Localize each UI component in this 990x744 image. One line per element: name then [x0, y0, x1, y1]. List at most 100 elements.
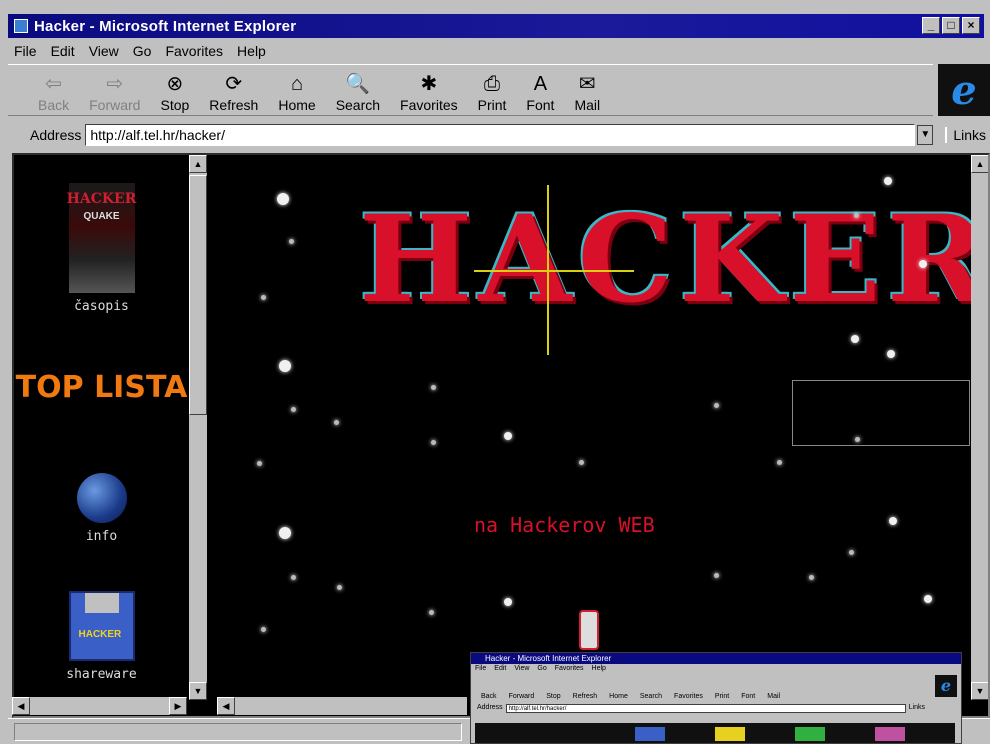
- nav-label-casopis: časopis: [74, 299, 129, 314]
- refresh-icon: ⟳: [225, 73, 243, 95]
- left-nav-frame: HACKER QUAKE časopis TOP LISTA info HACK…: [14, 155, 189, 700]
- nested-refresh: Refresh: [572, 693, 598, 700]
- snowflake: [431, 385, 436, 390]
- scroll-left-icon[interactable]: ◀: [217, 697, 235, 715]
- home-label: Home: [278, 97, 316, 113]
- nav-item-shareware[interactable]: HACKER shareware: [14, 591, 189, 682]
- snowflake: [261, 627, 266, 632]
- main-frame: HACKER na Hackerov WEB: [219, 155, 990, 700]
- nested-links-label: Links: [908, 704, 926, 711]
- address-input[interactable]: http://alf.tel.hr/hacker/: [85, 124, 916, 146]
- snowflake: [777, 460, 782, 465]
- left-frame-scrollbar[interactable]: ▲ ▼: [189, 155, 207, 700]
- scroll-right-icon[interactable]: ▶: [169, 697, 187, 715]
- nested-tile: [875, 727, 905, 741]
- crosshair-horizontal: [474, 270, 634, 272]
- snowflake: [504, 432, 512, 440]
- snowflake: [924, 595, 932, 603]
- menu-edit[interactable]: Edit: [51, 43, 75, 59]
- favorites-button[interactable]: ✱ Favorites: [400, 67, 458, 115]
- scroll-left-icon[interactable]: ◀: [12, 697, 30, 715]
- menu-favorites[interactable]: Favorites: [165, 43, 223, 59]
- snowflake: [429, 610, 434, 615]
- nested-forward: Forward: [508, 693, 535, 700]
- forward-button[interactable]: ⇨ Forward: [89, 67, 140, 115]
- snowflake: [854, 213, 859, 218]
- window-controls: _ □ ×: [922, 17, 980, 34]
- scroll-up-icon[interactable]: ▲: [189, 155, 207, 173]
- toolbar: ⇦ Back ⇨ Forward ⊗ Stop ⟳ Refresh ⌂ Home…: [8, 64, 933, 116]
- home-button[interactable]: ⌂ Home: [278, 67, 315, 115]
- status-text: [14, 723, 462, 741]
- scroll-thumb[interactable]: [189, 175, 207, 415]
- snowflake: [889, 517, 897, 525]
- nested-toolbar: Back Forward Stop Refresh Home Search Fa…: [471, 674, 961, 700]
- magazine-cover-icon: HACKER QUAKE: [67, 183, 136, 293]
- font-icon: A: [533, 73, 548, 95]
- close-button[interactable]: ×: [962, 17, 980, 34]
- snowflake: [279, 527, 291, 539]
- maximize-button[interactable]: □: [942, 17, 960, 34]
- snowflake: [279, 360, 291, 372]
- nested-home: Home: [609, 693, 628, 700]
- snowflake: [289, 239, 294, 244]
- refresh-label: Refresh: [209, 97, 259, 113]
- stop-label: Stop: [160, 97, 190, 113]
- snowflake: [291, 407, 296, 412]
- scroll-up-icon[interactable]: ▲: [971, 155, 988, 173]
- menu-go[interactable]: Go: [133, 43, 152, 59]
- nested-tile: [635, 727, 665, 741]
- snowflake: [884, 177, 892, 185]
- minimize-button[interactable]: _: [922, 17, 940, 34]
- nested-print: Print: [714, 693, 730, 700]
- snowflake: [714, 573, 719, 578]
- search-button[interactable]: 🔍 Search: [336, 67, 380, 115]
- snowflake: [714, 403, 719, 408]
- main-frame-scrollbar[interactable]: ▲ ▼: [971, 155, 988, 700]
- snowflake: [257, 461, 262, 466]
- address-dropdown-icon[interactable]: ▼: [917, 125, 934, 145]
- nested-address-label: Address: [477, 704, 503, 711]
- scroll-down-icon[interactable]: ▼: [971, 682, 988, 700]
- menu-file[interactable]: File: [14, 43, 37, 59]
- floppy-disk-text: HACKER: [78, 629, 122, 640]
- search-label: Search: [335, 97, 381, 113]
- nested-browser-screenshot: Hacker - Microsoft Internet Explorer Fil…: [470, 652, 962, 744]
- nested-font: Font: [741, 693, 756, 700]
- nav-item-top-lista[interactable]: TOP LISTA: [14, 373, 189, 403]
- links-button[interactable]: Links: [945, 127, 986, 143]
- favorites-label: Favorites: [400, 97, 458, 113]
- back-button[interactable]: ⇦ Back: [38, 67, 69, 115]
- ie-window-icon[interactable]: [14, 19, 28, 33]
- mail-button[interactable]: ✉ Mail: [574, 67, 600, 115]
- nested-menu-favorites: Favorites: [554, 665, 584, 672]
- nested-title-bar: Hacker - Microsoft Internet Explorer: [471, 653, 961, 664]
- font-button[interactable]: A Font: [526, 67, 554, 115]
- nested-address-bar: Address http://alf.tel.hr/hacker/ Links: [471, 702, 961, 714]
- nav-item-casopis[interactable]: HACKER QUAKE časopis: [14, 183, 189, 314]
- nested-back: Back: [481, 693, 497, 700]
- scroll-down-icon[interactable]: ▼: [189, 682, 207, 700]
- left-horizontal-scrollbar[interactable]: ◀ ▶: [12, 697, 187, 715]
- nested-window-title: Hacker - Microsoft Internet Explorer: [485, 654, 612, 663]
- welcome-text: na Hackerov WEB: [474, 513, 655, 537]
- globe-icon: [76, 473, 127, 523]
- hacker-logo: HACKER: [359, 189, 990, 330]
- snowflake: [809, 575, 814, 580]
- address-bar: Address http://alf.tel.hr/hacker/ ▼ Link…: [8, 120, 990, 150]
- nested-favorites: Favorites: [674, 693, 703, 700]
- window-title: Hacker - Microsoft Internet Explorer: [34, 17, 297, 35]
- print-button[interactable]: ⎙ Print: [478, 67, 507, 115]
- menu-help[interactable]: Help: [237, 43, 266, 59]
- main-horizontal-scrollbar[interactable]: ◀: [217, 697, 467, 715]
- refresh-button[interactable]: ⟳ Refresh: [209, 67, 258, 115]
- nested-menu-go: Go: [537, 665, 547, 672]
- nested-tile: [795, 727, 825, 741]
- snowflake: [334, 420, 339, 425]
- back-label: Back: [38, 97, 70, 113]
- snowflake: [579, 460, 584, 465]
- menu-view[interactable]: View: [89, 43, 119, 59]
- nav-item-info[interactable]: info: [14, 473, 189, 544]
- nested-menu-file: File: [475, 665, 487, 672]
- stop-button[interactable]: ⊗ Stop: [160, 67, 189, 115]
